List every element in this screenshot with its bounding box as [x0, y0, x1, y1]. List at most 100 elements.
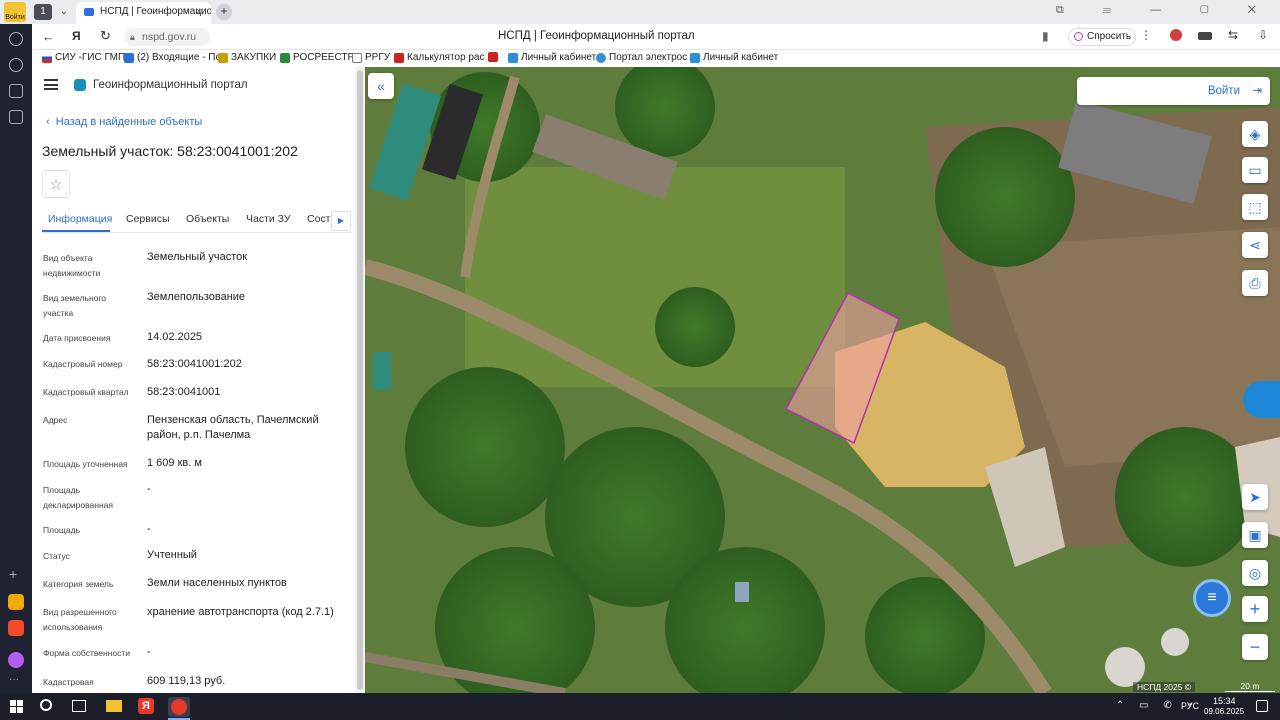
active-tab[interactable]: НСПД | Геоинформационн × [76, 2, 211, 24]
clock-time[interactable]: 15:34 [1213, 696, 1236, 706]
collapse-panel-button[interactable]: « [368, 73, 394, 99]
translate-icon[interactable]: ⇆ [1228, 28, 1238, 42]
field-value: хранение автотранспорта (код 2.7.1) [147, 606, 334, 618]
file-explorer-icon[interactable] [106, 700, 122, 712]
field-label: Кадастровый номер [43, 359, 123, 369]
yandex-app-icon[interactable]: Я [138, 698, 154, 714]
satellite-map[interactable]: « Войти ⇥ ◈ ▭ ⬚ ⋖ ⎙ ➤ ▣ ◎ ≡ + − НСПД 202… [365, 67, 1280, 693]
tab-composition[interactable]: Соста [307, 213, 331, 225]
bookmark-item[interactable]: Калькулятор рас [394, 52, 484, 63]
clock-date[interactable]: 09.06.2025 [1204, 707, 1244, 716]
bookmark-icon[interactable]: ▮ [1042, 29, 1049, 43]
play-icon[interactable] [9, 58, 23, 72]
history-icon[interactable] [9, 32, 23, 46]
ruler-button[interactable]: ▭ [1242, 157, 1268, 183]
portal-logo-icon [74, 79, 86, 91]
favorite-star-button[interactable]: ☆ [42, 170, 70, 198]
field-value: 58:23:0041001 [147, 386, 221, 398]
yandex-browser-icon[interactable] [168, 697, 190, 717]
cadastral-parcel[interactable] [365, 67, 1280, 693]
tab-title: НСПД | Геоинформационн [100, 6, 211, 17]
tab-counter[interactable]: 1 [34, 4, 52, 20]
menu-dots-icon[interactable]: ⋮ [1140, 28, 1152, 42]
location-pin-button[interactable]: ◎ [1242, 560, 1268, 586]
bookmark-item[interactable] [488, 52, 501, 62]
bookmark-item[interactable]: РОСРЕЕСТР [280, 52, 354, 63]
downloads-icon[interactable] [9, 84, 23, 98]
profile-button[interactable]: Войти [4, 2, 26, 22]
page-title: НСПД | Геоинформационный портал [498, 30, 695, 42]
globe-icon [596, 52, 606, 63]
panel-scrollbar-thumb[interactable] [357, 70, 363, 690]
select-area-button[interactable]: ⬚ [1242, 194, 1268, 220]
ask-button[interactable]: Спросить [1068, 28, 1136, 46]
chat-support-button[interactable]: ≡ [1193, 579, 1231, 617]
downloads-button-icon[interactable]: ⇩ [1258, 28, 1268, 42]
field-value: - [147, 523, 151, 535]
minimap-button[interactable]: ▣ [1242, 522, 1268, 548]
zoom-in-button[interactable]: + [1242, 596, 1268, 622]
bookmark-item[interactable]: Портал электрос [596, 52, 687, 63]
gosuslugi-widget-icon[interactable] [1243, 381, 1280, 418]
geolocate-button[interactable]: ➤ [1242, 484, 1268, 510]
calculator-icon [394, 52, 404, 63]
browser-tab-bar: Войти 1 ⌄ НСПД | Геоинформационн × + ⧉ ☰… [0, 0, 1280, 24]
field-label: Площадь декларированная [43, 485, 113, 510]
app-icon-yellow[interactable] [8, 594, 24, 610]
map-login-field[interactable]: Войти ⇥ [1077, 77, 1270, 105]
extension-icon-2[interactable] [1198, 32, 1212, 40]
field-value: - [147, 646, 151, 658]
yandex-icon[interactable]: Я [72, 29, 81, 43]
windows-start-icon[interactable] [10, 700, 23, 713]
profile-label: Войти [5, 14, 25, 21]
field-value: 609 119,13 руб. [147, 675, 226, 687]
close-tab-icon[interactable]: × [196, 2, 202, 22]
document-icon [352, 52, 362, 63]
zoom-out-button[interactable]: − [1242, 634, 1268, 660]
tab-favicon-icon [84, 8, 94, 16]
layers-button[interactable]: ◈ [1242, 121, 1268, 147]
field-label: Вид разрешенного использования [43, 607, 117, 632]
field-label: Форма собственности [43, 648, 130, 658]
add-panel-icon[interactable]: + [9, 566, 17, 582]
map-login-label: Войти [1207, 85, 1240, 97]
share-button[interactable]: ⋖ [1242, 232, 1268, 258]
bookmark-item[interactable]: РРГУ [352, 52, 390, 63]
field-label: Площадь [43, 525, 81, 535]
tab-information[interactable]: Информация [48, 213, 112, 225]
bookmark-item[interactable]: (2) Входящие - По [124, 52, 221, 63]
alice-icon[interactable] [8, 652, 24, 668]
back-icon[interactable]: ← [42, 29, 55, 44]
bookmark-item[interactable]: Личный кабинет [690, 52, 778, 63]
back-link[interactable]: ‹ Назад в найденные объекты [46, 116, 202, 128]
search-icon[interactable] [40, 699, 52, 711]
url-field[interactable]: 🔒︎ nspd.gov.ru [124, 28, 210, 46]
screenshot-icon[interactable] [9, 110, 23, 124]
field-label: Вид объекта недвижимости [43, 253, 101, 278]
bookmark-item[interactable]: СИУ -ГИС ГМП [42, 52, 125, 63]
reload-icon[interactable]: ↻ [100, 28, 111, 44]
new-tab-button[interactable]: + [216, 4, 232, 20]
print-button[interactable]: ⎙ [1242, 270, 1268, 296]
post-icon [488, 52, 498, 62]
tab-list-chevron-icon[interactable]: ⌄ [56, 4, 72, 20]
field-label: Кадастровая [43, 677, 94, 687]
bookmark-item[interactable]: Личный кабинет [508, 52, 596, 63]
tab-objects[interactable]: Объекты [186, 213, 229, 225]
hamburger-menu-icon[interactable] [44, 79, 58, 90]
tab-services[interactable]: Сервисы [126, 213, 170, 225]
app-icon-red[interactable] [8, 620, 24, 636]
tabs-scroll-right-button[interactable]: ▶ [331, 211, 351, 231]
bookmark-item[interactable]: ЗАКУПКИ [218, 52, 276, 63]
language-indicator[interactable]: РУС [1181, 701, 1199, 711]
notifications-icon[interactable] [1256, 700, 1268, 712]
field-value: Пензенская область, Пачелмский район, р.… [147, 414, 319, 441]
extension-icon[interactable] [1170, 29, 1182, 41]
mail-icon [124, 52, 134, 63]
task-view-icon[interactable] [72, 700, 86, 712]
object-info-panel [32, 67, 365, 693]
more-icon[interactable]: ··· [9, 674, 19, 685]
tabs-divider [42, 232, 352, 233]
address-bar: ← Я ↻ 🔒︎ nspd.gov.ru НСПД | Геоинформаци… [32, 24, 1280, 50]
tab-parts[interactable]: Части ЗУ [246, 213, 291, 225]
